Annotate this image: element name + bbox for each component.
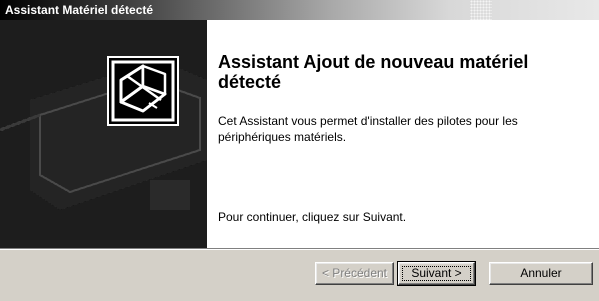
window-title: Assistant Matériel détecté <box>5 3 154 17</box>
hardware-background-art <box>0 60 207 210</box>
wizard-side-panel <box>0 20 207 248</box>
cancel-button[interactable]: Annuler <box>489 262 593 285</box>
previous-button[interactable]: < Précédent <box>315 262 394 285</box>
wizard-content: Assistant Ajout de nouveau matériel déte… <box>207 20 599 248</box>
page-title: Assistant Ajout de nouveau matériel déte… <box>218 52 529 92</box>
hardware-box-icon <box>107 56 179 126</box>
title-bar-texture <box>470 0 492 20</box>
next-button-label: Suivant > <box>411 266 462 280</box>
continue-instruction: Pour continuer, cliquez sur Suivant. <box>218 210 407 224</box>
wizard-window: Assistant Matériel détecté Assistant Ajo… <box>0 0 599 301</box>
next-button[interactable]: Suivant > <box>397 261 476 286</box>
footer-separator <box>0 248 599 250</box>
wizard-description: Cet Assistant vous permet d'installer de… <box>218 114 518 144</box>
title-bar[interactable]: Assistant Matériel détecté <box>0 0 599 20</box>
